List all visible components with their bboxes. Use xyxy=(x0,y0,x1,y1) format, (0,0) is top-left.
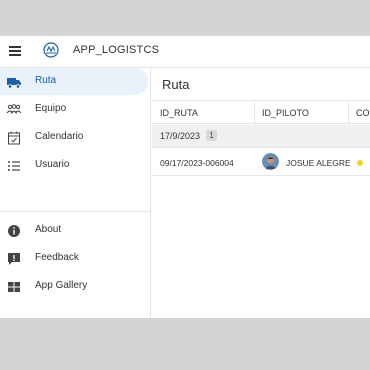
sidebar-item-label: Calendario xyxy=(35,131,84,142)
group-label: 17/9/2023 xyxy=(160,131,201,141)
group-count-badge: 1 xyxy=(206,130,217,141)
sidebar-item-label: About xyxy=(35,224,62,235)
top-bar: APP_LOGISTCS xyxy=(0,36,370,68)
column-header-id-piloto[interactable]: ID_PILOTO xyxy=(262,108,309,118)
app-window: APP_LOGISTCS Ruta Equipo Calendario Usua… xyxy=(0,36,370,318)
cell-id-ruta: 09/17/2023-006004 xyxy=(160,158,234,168)
avatar xyxy=(262,153,279,170)
sidebar-item-equipo[interactable]: Equipo xyxy=(0,96,148,123)
truck-icon xyxy=(7,78,21,89)
column-divider xyxy=(254,101,255,125)
team-icon xyxy=(6,104,22,114)
info-icon xyxy=(8,225,20,237)
group-row[interactable]: 17/9/2023 1 xyxy=(152,125,370,148)
sidebar-divider xyxy=(0,211,151,212)
hamburger-menu-icon[interactable] xyxy=(8,44,22,58)
column-divider xyxy=(348,101,349,125)
sidebar-item-calendario[interactable]: Calendario xyxy=(0,124,148,151)
sidebar: Ruta Equipo Calendario Usuario About Fee… xyxy=(0,68,151,318)
list-icon xyxy=(8,161,20,171)
app-logo-icon xyxy=(43,42,59,58)
sidebar-item-label: Ruta xyxy=(35,75,57,86)
sidebar-item-usuario[interactable]: Usuario xyxy=(0,152,148,179)
sidebar-item-ruta[interactable]: Ruta xyxy=(0,68,148,95)
sidebar-item-app-gallery[interactable]: App Gallery xyxy=(0,273,148,300)
table-row[interactable]: 09/17/2023-006004 JOSUE ALEGRE xyxy=(152,148,370,176)
column-header-id-ruta[interactable]: ID_RUTA xyxy=(160,108,198,118)
feedback-icon xyxy=(8,253,20,265)
cell-id-piloto: JOSUE ALEGRE xyxy=(286,158,351,168)
sidebar-item-label: Usuario xyxy=(35,159,70,170)
sidebar-item-label: Feedback xyxy=(35,252,79,263)
grid-icon xyxy=(8,282,20,292)
sidebar-item-label: Equipo xyxy=(35,103,67,114)
calendar-icon xyxy=(8,131,20,145)
status-dot xyxy=(357,160,363,166)
main-content: Ruta ID_RUTA ID_PILOTO COL 17/9/2023 1 0… xyxy=(152,68,370,318)
sidebar-item-label: App Gallery xyxy=(35,280,88,291)
sidebar-item-feedback[interactable]: Feedback xyxy=(0,245,148,272)
app-title: APP_LOGISTCS xyxy=(73,44,160,56)
table-header: ID_RUTA ID_PILOTO COL xyxy=(152,100,370,125)
page-title: Ruta xyxy=(162,77,190,92)
sidebar-item-about[interactable]: About xyxy=(0,217,148,244)
column-header-col[interactable]: COL xyxy=(356,108,370,118)
